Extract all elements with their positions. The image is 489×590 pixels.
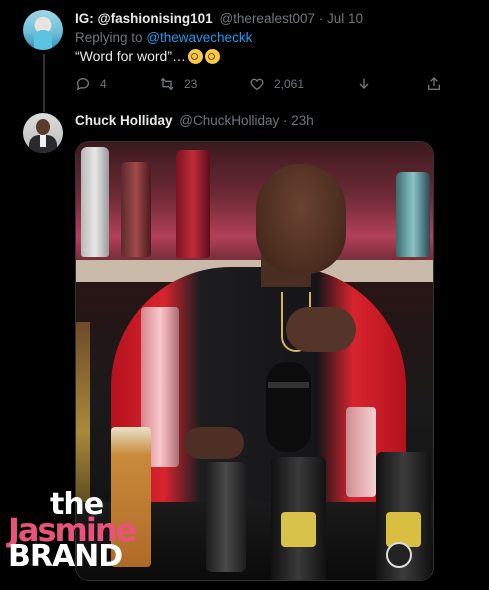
thread-connector-line <box>43 54 45 112</box>
replying-to-link[interactable]: @thewavecheckk <box>146 30 252 45</box>
avatar-shirt <box>40 135 46 147</box>
replying-to: Replying to @thewavecheckk <box>75 30 252 45</box>
monocle-emoji-icon <box>204 48 220 64</box>
replying-to-prefix: Replying to <box>75 30 143 45</box>
avatar[interactable] <box>23 10 63 50</box>
tweet-body: “Word for word”… <box>75 48 186 64</box>
like-count: 2,061 <box>274 77 305 91</box>
like-button[interactable]: 2,061 <box>249 76 304 92</box>
share-icon <box>428 77 440 90</box>
handle-and-time[interactable]: @therealest007 · Jul 10 <box>219 11 363 26</box>
monocle-emoji-icon <box>187 48 203 64</box>
microphone <box>266 362 311 452</box>
watermark-brand: BRAND <box>8 539 123 574</box>
retweet-count: 23 <box>184 77 198 91</box>
tweet-header: IG: @fashionising101 @therealest007 · Ju… <box>75 11 363 26</box>
bottle <box>176 150 210 258</box>
person-hand <box>184 427 244 459</box>
can <box>206 462 246 572</box>
download-arrow-icon <box>359 78 369 89</box>
avatar-head <box>36 119 50 135</box>
reply-button[interactable]: 4 <box>75 76 107 92</box>
display-name[interactable]: IG: @fashionising101 <box>75 11 213 26</box>
channel-logo-icon <box>386 542 412 568</box>
person-hand <box>286 307 356 352</box>
tweet-header: Chuck Holliday @ChuckHolliday · 23h <box>75 113 314 128</box>
retweet-icon <box>160 77 174 91</box>
tweet-text: “Word for word”… <box>75 48 220 64</box>
heart-icon <box>250 78 264 91</box>
share-button[interactable] <box>426 76 442 92</box>
avatar[interactable] <box>23 113 63 153</box>
display-name[interactable]: Chuck Holliday <box>75 113 173 128</box>
glass <box>346 407 376 497</box>
bottle <box>81 147 109 257</box>
reply-count: 4 <box>100 77 107 91</box>
person-head <box>256 164 346 274</box>
retweet-button[interactable]: 23 <box>159 76 197 92</box>
reply-icon <box>76 77 90 91</box>
can <box>271 457 326 580</box>
bottle <box>396 172 430 257</box>
brand-watermark: the Jasmine BRAND <box>8 487 158 577</box>
bottle <box>121 162 151 257</box>
tweet-actions: 4 23 2,061 <box>75 76 445 94</box>
download-button[interactable] <box>356 76 372 92</box>
microphone-band <box>268 382 309 388</box>
handle-and-time[interactable]: @ChuckHolliday · 23h <box>179 113 314 128</box>
avatar-figure <box>34 30 52 50</box>
